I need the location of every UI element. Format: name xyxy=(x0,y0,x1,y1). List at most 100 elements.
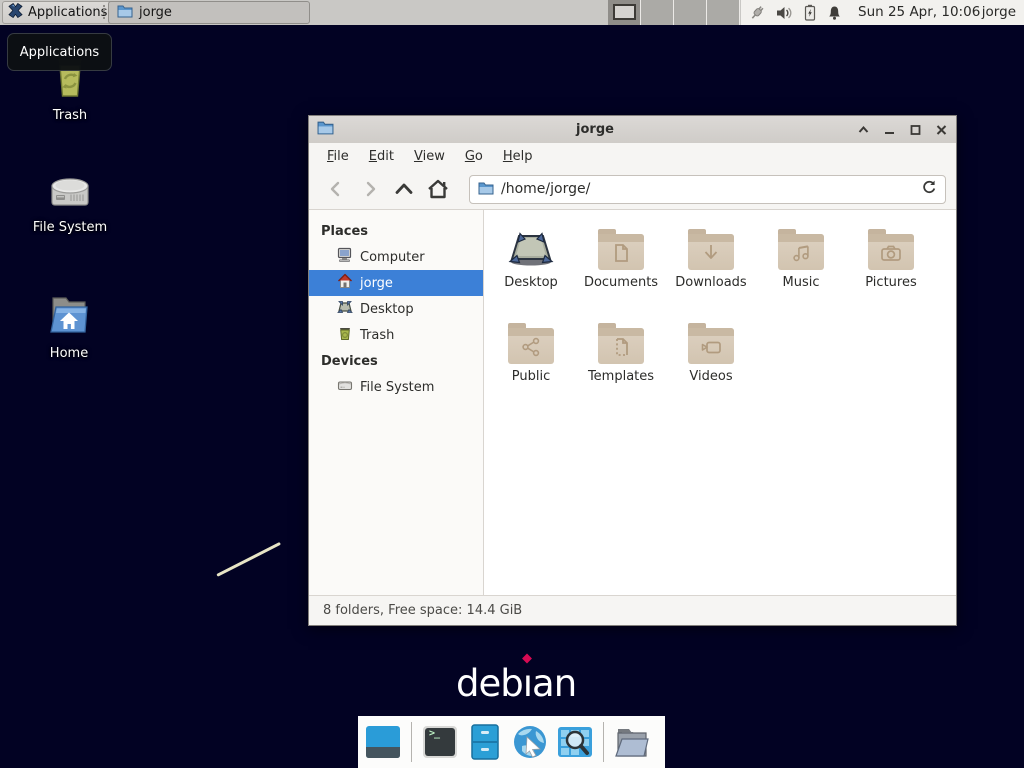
sidebar-item-label: jorge xyxy=(360,276,393,291)
video-camera-icon xyxy=(700,337,722,357)
dock-separator xyxy=(411,722,412,762)
window-folder-icon xyxy=(317,120,334,139)
show-desktop-icon[interactable] xyxy=(364,722,402,762)
file-tile-videos[interactable]: Videos xyxy=(666,316,756,402)
file-label: Desktop xyxy=(504,275,558,290)
file-manager-window: jorge File Edit View Go Help /home/jorge… xyxy=(308,115,957,626)
sidebar-item-desktop[interactable]: Desktop xyxy=(309,296,483,322)
window-title: jorge xyxy=(334,122,856,137)
workspace-3[interactable] xyxy=(674,0,707,25)
logo-text: ı xyxy=(523,662,532,705)
forward-button[interactable] xyxy=(353,174,387,204)
document-glyph-icon xyxy=(611,243,631,263)
window-titlebar[interactable]: jorge xyxy=(309,116,956,143)
file-tile-pictures[interactable]: Pictures xyxy=(846,222,936,308)
panel-handle[interactable] xyxy=(103,5,106,19)
power-plug-icon[interactable] xyxy=(748,4,766,22)
location-bar[interactable]: /home/jorge/ xyxy=(469,175,946,204)
sidebar-item-label: Trash xyxy=(360,328,394,343)
workspace-window-preview xyxy=(613,4,636,20)
web-browser-icon[interactable] xyxy=(511,722,549,762)
tooltip-text: Applications xyxy=(20,45,99,60)
panel-clock[interactable]: Sun 25 Apr, 10:06 xyxy=(858,0,980,25)
menu-go[interactable]: Go xyxy=(455,145,493,168)
trash-icon xyxy=(337,325,353,345)
sidebar-item-label: Desktop xyxy=(360,302,414,317)
file-label: Templates xyxy=(588,369,654,384)
sidebar-item-computer[interactable]: Computer xyxy=(309,244,483,270)
file-tile-templates[interactable]: Templates xyxy=(576,316,666,402)
workspace-4[interactable] xyxy=(707,0,740,25)
menu-view[interactable]: View xyxy=(404,145,455,168)
blue-folder-icon xyxy=(117,4,133,22)
taskbar-window-button[interactable]: jorge xyxy=(108,1,310,24)
drive-icon xyxy=(337,377,353,397)
sidebar-item-jorge[interactable]: jorge xyxy=(309,270,483,296)
workspace-2[interactable] xyxy=(641,0,674,25)
share-nodes-icon xyxy=(521,337,541,357)
desktop-icon-label: Trash xyxy=(10,108,130,123)
minimize-button[interactable] xyxy=(882,123,896,137)
folder-icon xyxy=(598,328,644,364)
battery-charging-icon[interactable] xyxy=(803,4,817,21)
camera-glyph-icon xyxy=(880,243,902,263)
folder-icon xyxy=(868,234,914,270)
up-button[interactable] xyxy=(387,174,421,204)
applications-tooltip: Applications xyxy=(7,33,112,71)
desktop-icon-home[interactable]: Home xyxy=(9,290,129,361)
home-button[interactable] xyxy=(421,174,455,204)
sidebar-item-label: Computer xyxy=(360,250,425,265)
sidebar-header-places: Places xyxy=(309,218,483,244)
toolbar: /home/jorge/ xyxy=(309,169,956,210)
audio-volume-icon[interactable] xyxy=(776,5,793,21)
logo-text: an xyxy=(532,662,576,705)
menu-edit[interactable]: Edit xyxy=(359,145,404,168)
panel-username[interactable]: jorge xyxy=(982,0,1016,25)
dock-separator xyxy=(603,722,604,762)
directory-menu-icon[interactable] xyxy=(613,722,651,762)
reload-icon[interactable] xyxy=(921,179,937,199)
desktop-icon xyxy=(337,299,353,319)
top-panel: Applications jorge Sun 25 Apr, 10:06 jor… xyxy=(0,0,1024,25)
file-cabinet-icon[interactable] xyxy=(466,722,504,762)
folder-icon xyxy=(778,234,824,270)
file-tile-music[interactable]: Music xyxy=(756,222,846,308)
menu-help[interactable]: Help xyxy=(493,145,543,168)
file-tile-downloads[interactable]: Downloads xyxy=(666,222,756,308)
template-doc-icon xyxy=(611,337,631,357)
desktop-special-icon xyxy=(507,222,555,270)
folder-icon xyxy=(688,328,734,364)
applications-menu-button[interactable]: Applications xyxy=(2,1,115,24)
applications-menu-label: Applications xyxy=(28,5,107,20)
sidebar-item-filesystem[interactable]: File System xyxy=(309,374,483,400)
music-notes-icon xyxy=(791,243,811,263)
file-tile-documents[interactable]: Documents xyxy=(576,222,666,308)
computer-icon xyxy=(337,247,353,267)
terminal-icon[interactable]: >_ xyxy=(421,722,459,762)
workspace-1[interactable] xyxy=(608,0,641,25)
workspace-switcher[interactable] xyxy=(608,0,740,25)
terminal-prompt-text: >_ xyxy=(429,728,439,739)
path-input[interactable]: /home/jorge/ xyxy=(501,181,914,197)
notification-bell-icon[interactable] xyxy=(827,5,842,21)
desktop-icon-label: Home xyxy=(9,346,129,361)
desktop-icon-filesystem[interactable]: File System xyxy=(10,168,130,235)
status-text: 8 folders, Free space: 14.4 GiB xyxy=(323,603,522,618)
sidebar-item-trash[interactable]: Trash xyxy=(309,322,483,348)
back-button[interactable] xyxy=(319,174,353,204)
shade-button[interactable] xyxy=(856,123,870,137)
sidebar-header-devices: Devices xyxy=(309,348,483,374)
close-button[interactable] xyxy=(934,123,948,137)
menu-file[interactable]: File xyxy=(317,145,359,168)
file-tile-public[interactable]: Public xyxy=(486,316,576,402)
file-tile-desktop[interactable]: Desktop xyxy=(486,222,576,308)
file-label: Public xyxy=(512,369,550,384)
xfce-applications-icon xyxy=(8,3,23,22)
app-finder-icon[interactable] xyxy=(556,722,594,762)
maximize-button[interactable] xyxy=(908,123,922,137)
folder-icon xyxy=(688,234,734,270)
filesystem-drive-icon xyxy=(10,168,130,216)
files-view[interactable]: Desktop Documents Downloads Music xyxy=(484,210,956,595)
bottom-dock: >_ xyxy=(358,716,665,768)
menu-bar: File Edit View Go Help xyxy=(309,143,956,169)
